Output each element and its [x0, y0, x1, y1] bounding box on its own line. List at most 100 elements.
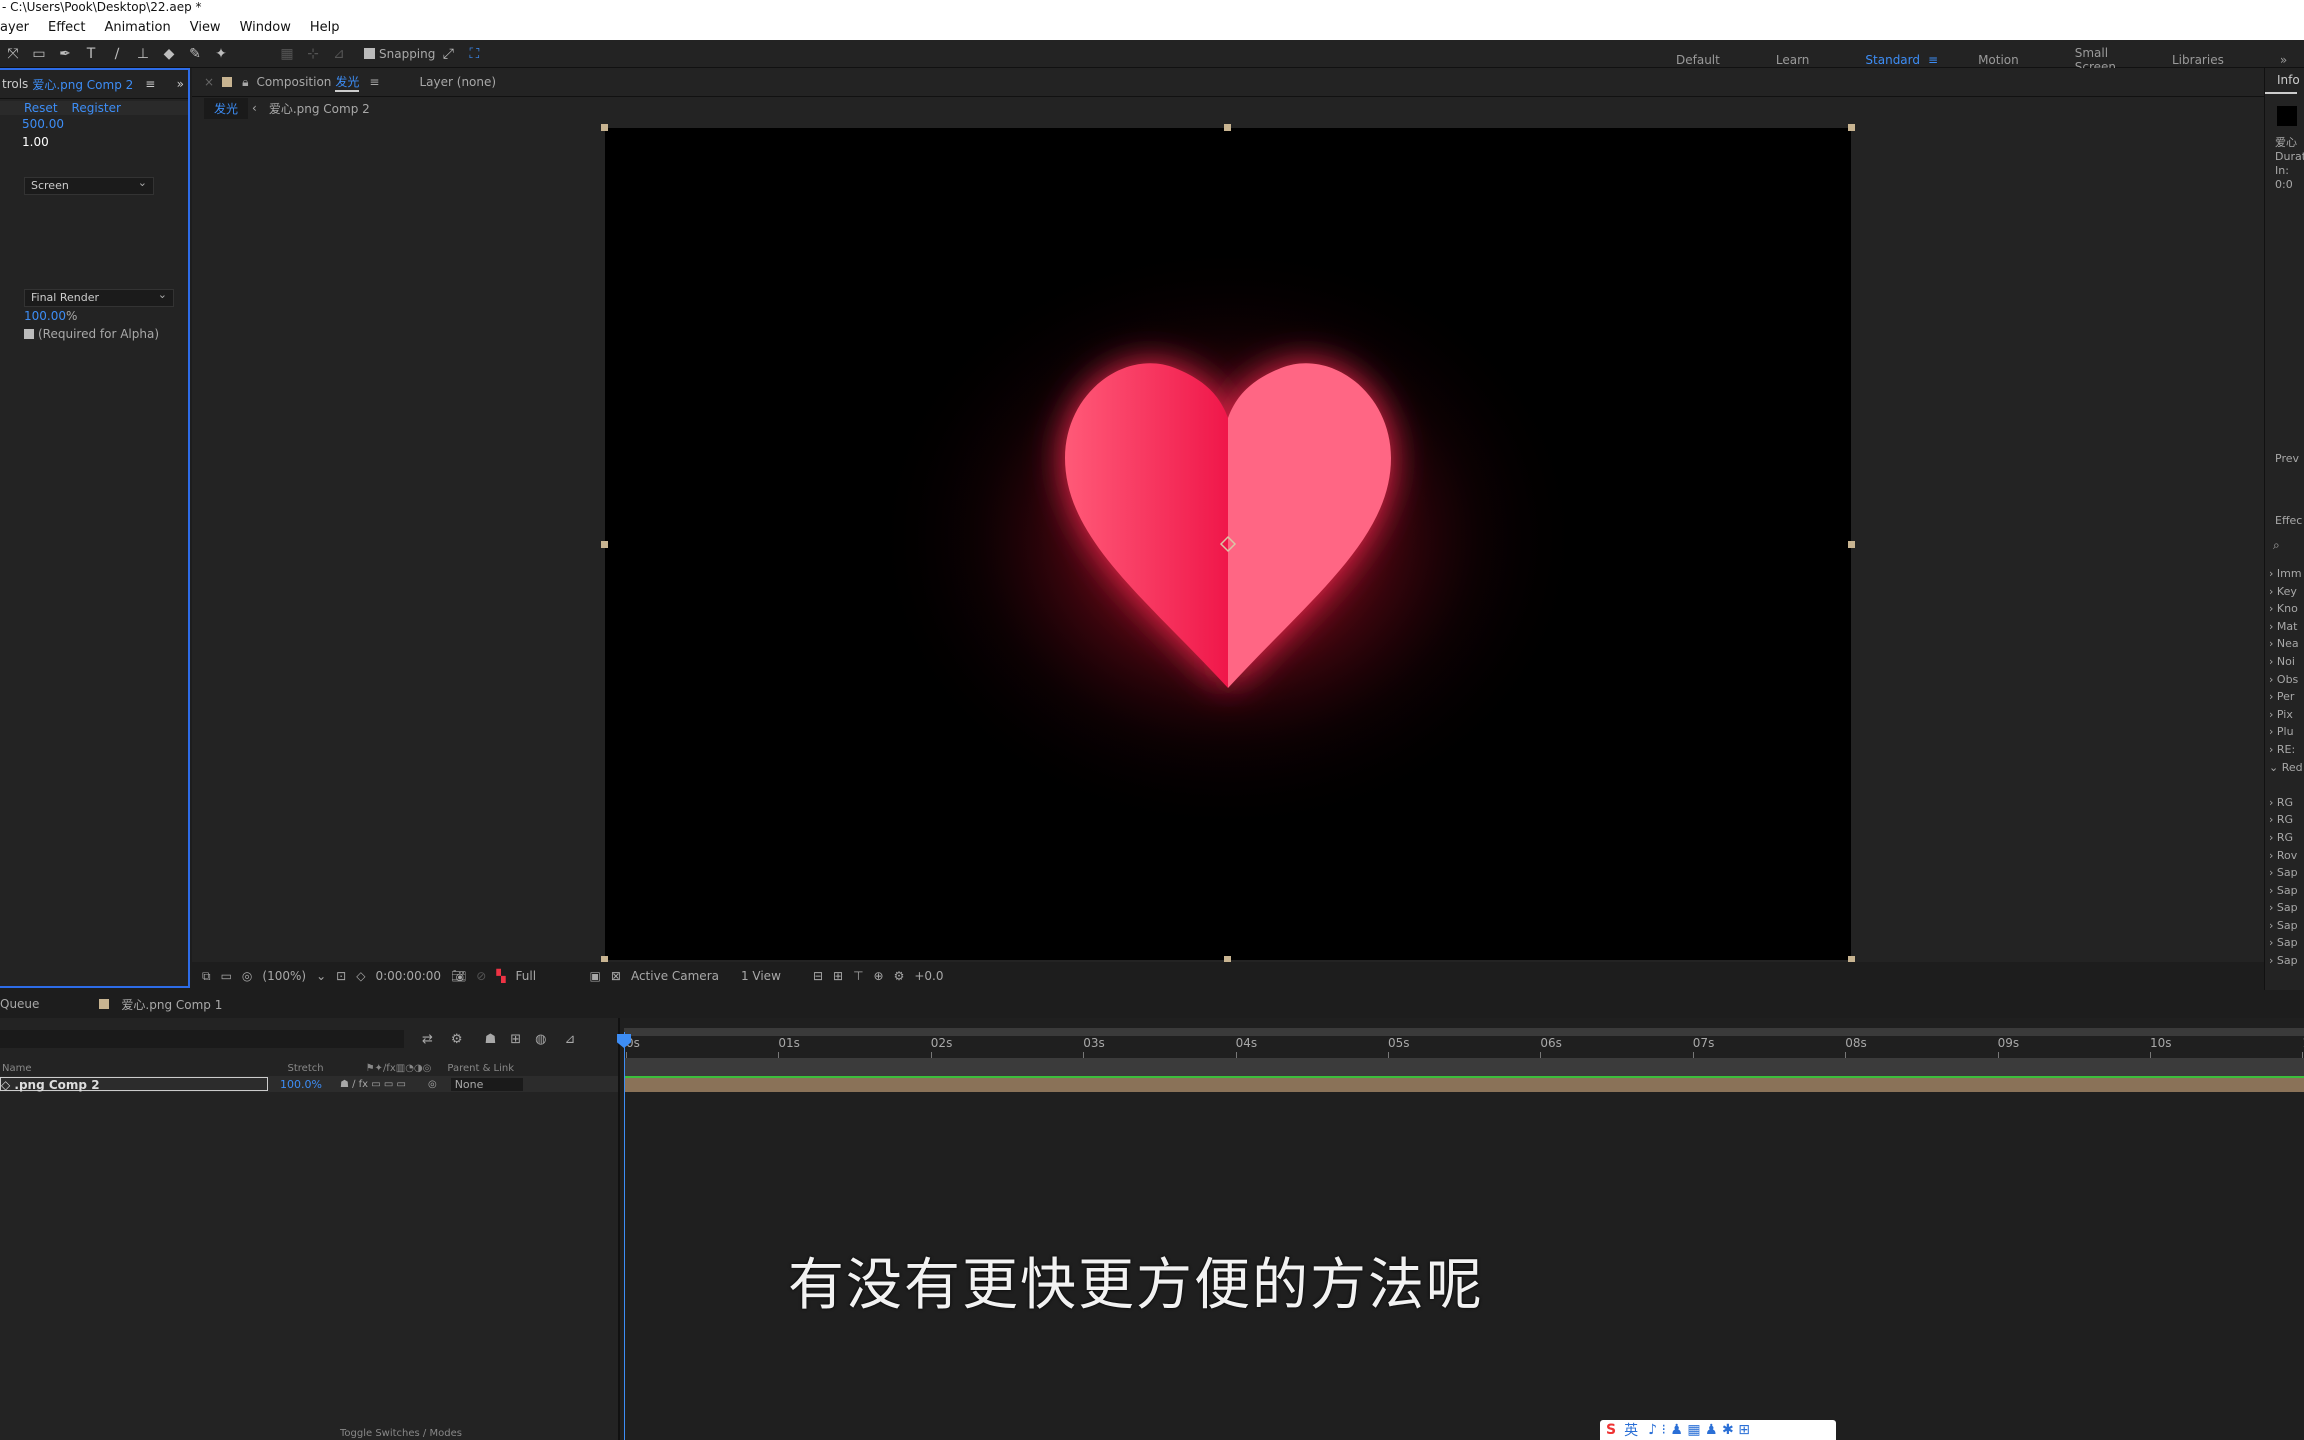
reset-link[interactable]: Reset: [24, 101, 58, 115]
type-tool-icon[interactable]: T: [83, 46, 99, 62]
frame-blend-icon[interactable]: ⊞: [510, 1032, 521, 1047]
workspace-libraries[interactable]: Libraries: [2172, 53, 2224, 67]
region-of-interest-icon[interactable]: ▣: [590, 969, 601, 983]
bbox-handle-tr[interactable]: [1848, 124, 1855, 131]
render-queue-tab[interactable]: Queue: [0, 997, 39, 1011]
exposure-settings-icon[interactable]: ⚙: [894, 969, 905, 983]
layer-panel-tab[interactable]: Layer (none): [419, 75, 496, 89]
pickwhip-icon[interactable]: ◎: [428, 1079, 437, 1090]
effects-presets-tab[interactable]: Effec: [2275, 514, 2302, 527]
draft-3d-icon[interactable]: ⚙: [451, 1032, 463, 1047]
breadcrumb-current[interactable]: 发光: [204, 97, 249, 119]
effects-search-icon[interactable]: ⌕: [2273, 538, 2280, 553]
layer-name[interactable]: ◇ .png Comp 2: [0, 1077, 268, 1092]
roto-brush-icon[interactable]: ✎: [187, 46, 203, 62]
blend-mode-dropdown[interactable]: Screen: [24, 175, 154, 195]
playhead-line[interactable]: [624, 1032, 625, 1440]
param-value-1[interactable]: 500.00: [0, 115, 188, 133]
fit-icon[interactable]: ⊡: [336, 969, 346, 983]
close-tab-icon[interactable]: ×: [204, 75, 214, 89]
effects-item[interactable]: › RG: [2269, 794, 2303, 812]
current-time[interactable]: 0:00:00:00: [375, 969, 441, 983]
menu-layer[interactable]: ayer: [0, 20, 29, 35]
exposure-value[interactable]: +0.0: [914, 969, 943, 983]
views-dropdown[interactable]: 1 View: [741, 969, 803, 983]
composition-tab-label[interactable]: Composition: [256, 75, 331, 89]
snapshot-icon[interactable]: 📷︎: [451, 969, 466, 983]
effects-item[interactable]: › Obs: [2269, 671, 2303, 689]
channel-icon[interactable]: ▚: [496, 969, 505, 983]
info-tab[interactable]: Info: [2265, 68, 2300, 94]
clone-stamp-icon[interactable]: ⊥: [135, 46, 151, 62]
snap-feature-icon[interactable]: ⛶: [466, 46, 482, 62]
workspace-standard[interactable]: Standard: [1865, 53, 1920, 67]
effects-item[interactable]: › Imm: [2269, 565, 2303, 583]
effects-item[interactable]: ⌄ Red: [2269, 759, 2303, 777]
camera-dropdown[interactable]: Active Camera: [631, 969, 731, 983]
layer-duration-bar[interactable]: [624, 1078, 2304, 1092]
bbox-handle-tl[interactable]: [601, 124, 608, 131]
ime-language-label[interactable]: 英: [1624, 1420, 1638, 1440]
workspace-learn[interactable]: Learn: [1776, 53, 1810, 67]
effects-item[interactable]: › Per: [2269, 688, 2303, 706]
parent-dropdown[interactable]: None: [450, 1077, 524, 1091]
zoom-chevron-icon[interactable]: ⌄: [316, 969, 326, 983]
mask-toggle-icon[interactable]: ◇: [356, 969, 365, 983]
panel-menu-icon[interactable]: ≡: [145, 77, 155, 91]
composition-tab-name[interactable]: 发光: [335, 73, 360, 92]
comp-panel-menu-icon[interactable]: ≡: [369, 75, 379, 89]
eraser-icon[interactable]: ◆: [161, 46, 177, 62]
flowchart-icon[interactable]: ⊤: [853, 969, 863, 983]
workspace-motion[interactable]: Motion: [1978, 53, 2019, 67]
zoom-dropdown[interactable]: (100%): [262, 969, 306, 983]
effects-item[interactable]: › Nea: [2269, 635, 2303, 653]
motion-blur-icon[interactable]: ◍: [535, 1032, 546, 1047]
workspace-default[interactable]: Default: [1676, 53, 1720, 67]
hand-tool-icon[interactable]: ⤧: [5, 46, 21, 62]
effects-item[interactable]: › Key: [2269, 583, 2303, 601]
puppet-pin-icon[interactable]: ✦: [213, 46, 229, 62]
bbox-handle-mr[interactable]: [1848, 541, 1855, 548]
effects-item[interactable]: › RE:: [2269, 741, 2303, 759]
layer-switches-icon[interactable]: ☗ ∕ fx ▭ ▭ ▭: [340, 1079, 406, 1090]
effects-item[interactable]: › Sap: [2269, 882, 2303, 900]
menu-window[interactable]: Window: [240, 20, 291, 35]
always-preview-icon[interactable]: ⧉: [202, 969, 211, 984]
workspace-overflow-icon[interactable]: »: [2280, 53, 2287, 67]
reset-exposure-icon[interactable]: ⊞: [833, 969, 843, 983]
composition-viewer[interactable]: [605, 128, 1851, 960]
layer-search-input[interactable]: [0, 1030, 404, 1048]
register-link[interactable]: Register: [72, 101, 121, 115]
effect-controls-tab-label[interactable]: trols: [2, 77, 28, 91]
effect-controls-target[interactable]: 爱心.png Comp 2: [32, 76, 133, 93]
effects-item[interactable]: › Sap: [2269, 934, 2303, 952]
effects-item[interactable]: › Noi: [2269, 653, 2303, 671]
ime-tools-icon[interactable]: ♪ ⁝ ♟ ▦ ♟ ✱ ⊞: [1648, 1422, 1750, 1438]
panel-expand-icon[interactable]: »: [177, 77, 184, 91]
show-snapshot-icon[interactable]: ⊘: [476, 969, 486, 983]
menu-help[interactable]: Help: [310, 20, 340, 35]
effects-item[interactable]: › Mat: [2269, 618, 2303, 636]
snapping-checkbox[interactable]: [364, 48, 375, 59]
resolution-dropdown[interactable]: Full: [516, 969, 580, 983]
snap-edge-icon[interactable]: ⤢: [440, 46, 456, 62]
percent-value[interactable]: 100.00: [24, 307, 66, 325]
effects-item[interactable]: › Sap: [2269, 899, 2303, 917]
fast-preview-icon[interactable]: ⊕: [874, 969, 884, 983]
monitor-icon[interactable]: ▭: [221, 969, 232, 983]
ime-toolbar[interactable]: S 英 ♪ ⁝ ♟ ▦ ♟ ✱ ⊞: [1600, 1420, 1836, 1440]
rectangle-tool-icon[interactable]: ▭: [31, 46, 47, 62]
toggle-switches-modes[interactable]: Toggle Switches / Modes: [340, 1428, 462, 1439]
render-mode-dropdown[interactable]: Final Render: [24, 287, 174, 307]
layer-stretch-value[interactable]: 100.0%: [280, 1078, 322, 1091]
menu-animation[interactable]: Animation: [104, 20, 170, 35]
effects-item[interactable]: › Kno: [2269, 600, 2303, 618]
effects-item[interactable]: › Sap: [2269, 952, 2303, 970]
pen-tool-icon[interactable]: ✒: [57, 46, 73, 62]
effects-item[interactable]: › RG: [2269, 829, 2303, 847]
menu-view[interactable]: View: [190, 20, 221, 35]
effects-item[interactable]: › Plu: [2269, 723, 2303, 741]
lock-icon[interactable]: 🔒︎: [242, 75, 248, 90]
effects-item[interactable]: › Rov: [2269, 847, 2303, 865]
workspace-menu-icon[interactable]: ≡: [1928, 53, 1938, 67]
